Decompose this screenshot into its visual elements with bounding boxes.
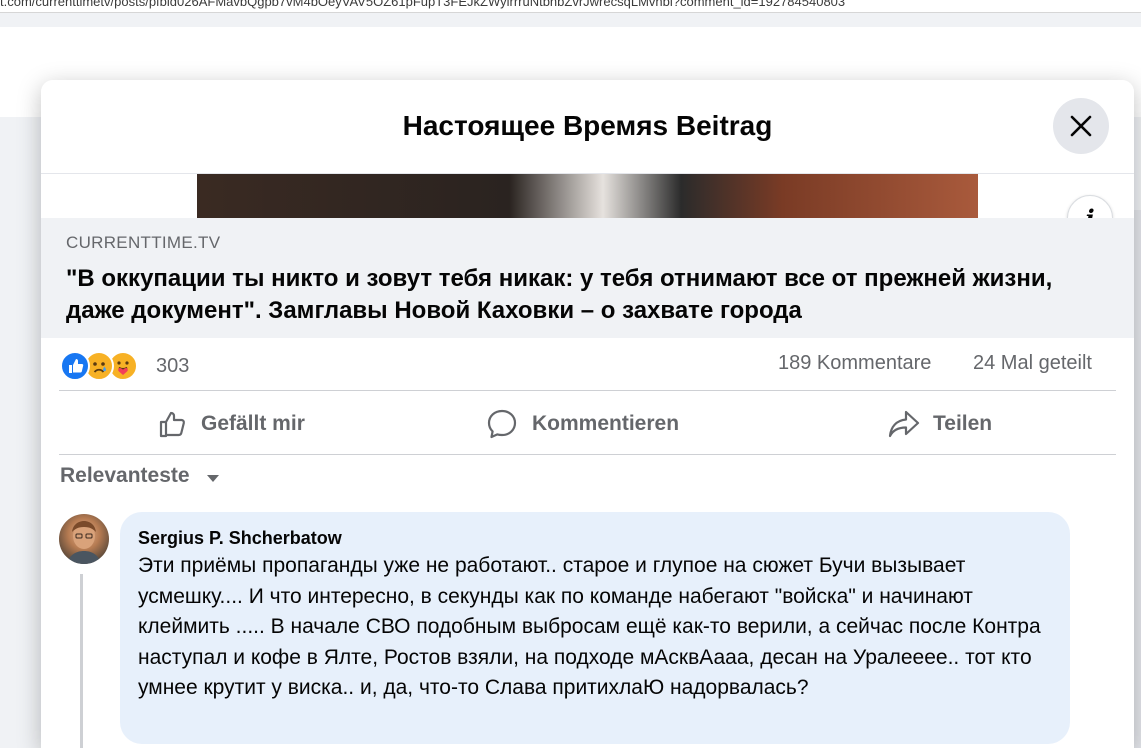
link-domain: CURRENTTIME.TV [66, 233, 221, 252]
link-title: "В оккупации ты никто и зовут тебя никак… [66, 265, 1053, 324]
share-arrow-icon [888, 410, 920, 438]
comment-button[interactable]: Kommentieren [416, 398, 756, 448]
dialog-header: Настоящее Времяs Beitrag [41, 80, 1134, 174]
stats-divider [59, 390, 1116, 391]
caret-down-icon [207, 475, 219, 482]
dialog-title: Настоящее Времяs Beitrag [402, 110, 773, 141]
thread-line [80, 574, 83, 748]
reaction-count[interactable]: 303 [156, 355, 189, 378]
close-icon [1070, 115, 1092, 137]
post-stats: 303 189 Kommentare 24 Mal geteilt [41, 338, 1134, 390]
comment-bubble-icon [487, 409, 517, 439]
comment-bubble: Sergius P. Shcherbatow Эти приёмы пропаг… [120, 512, 1070, 744]
close-button[interactable] [1053, 98, 1109, 154]
sort-label: Relevanteste [60, 464, 190, 487]
comment-sort-dropdown[interactable]: Relevanteste [60, 464, 219, 490]
actions-divider [59, 454, 1116, 455]
share-button[interactable]: Teilen [771, 398, 1111, 448]
action-bar: Gefällt mir Kommentieren Teilen [41, 392, 1134, 454]
comments-count[interactable]: 189 Kommentare [778, 352, 931, 375]
background-page [0, 117, 40, 748]
comment-label: Kommentieren [532, 412, 680, 435]
avatar[interactable] [59, 514, 109, 564]
like-label: Gefällt mir [201, 412, 305, 435]
share-label: Teilen [933, 412, 993, 435]
url-text: t.com/currenttimetv/posts/pfbid026AFMavb… [0, 0, 846, 9]
comment-author[interactable]: Sergius P. Shcherbatow [138, 528, 342, 549]
like-icon [60, 351, 90, 381]
like-button[interactable]: Gefällt mir [61, 398, 401, 448]
post-dialog: i CURRENTTIME.TV "В оккупации ты никто и… [41, 80, 1134, 748]
address-bar[interactable]: t.com/currenttimetv/posts/pfbid026AFMavb… [0, 0, 1141, 13]
link-preview[interactable]: CURRENTTIME.TV "В оккупации ты никто и з… [41, 218, 1134, 338]
shares-count[interactable]: 24 Mal geteilt [973, 352, 1092, 375]
thumbs-up-icon [159, 411, 185, 438]
comment-item: Sergius P. Shcherbatow Эти приёмы пропаг… [41, 508, 1134, 748]
post-image[interactable] [197, 174, 978, 218]
comment-text: Эти приёмы пропаганды уже не работают.. … [138, 554, 1041, 699]
background-scrollbar[interactable] [1134, 210, 1141, 748]
